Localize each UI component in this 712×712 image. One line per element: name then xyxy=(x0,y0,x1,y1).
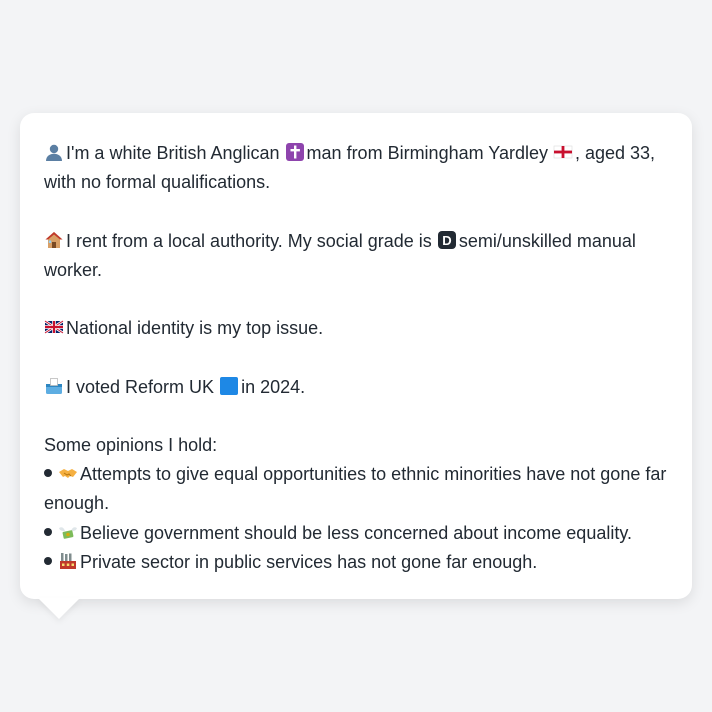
bullet-icon xyxy=(44,469,52,478)
latin-cross-icon xyxy=(285,142,305,162)
bullet-icon xyxy=(44,556,52,565)
blue-square-icon xyxy=(219,376,239,396)
bubble-tail xyxy=(38,598,80,619)
opinion-item: Attempts to give equal opportunities to … xyxy=(44,463,667,514)
issue-paragraph: National identity is my top issue. xyxy=(44,314,668,343)
opinion-item: Believe government should be less concer… xyxy=(44,519,668,548)
opinions-section: Some opinions I hold: Attempts to give e… xyxy=(44,431,668,577)
bullet-icon xyxy=(44,527,52,536)
housing-paragraph: I rent from a local authority. My social… xyxy=(44,230,636,280)
uk-flag-icon xyxy=(44,317,64,337)
opinions-heading: Some opinions I hold: xyxy=(44,434,218,455)
house-icon xyxy=(44,230,64,250)
money-with-wings-icon xyxy=(58,522,78,542)
factory-icon xyxy=(58,551,78,571)
opinion-item: Private sector in public services has no… xyxy=(44,548,668,577)
letter-d-icon: D xyxy=(437,230,457,250)
vote-paragraph: I voted Reform UK in 2024. xyxy=(44,373,668,402)
handshake-icon xyxy=(58,463,78,483)
identity-paragraph: I'm a white British Anglican man from Bi… xyxy=(44,142,656,193)
england-flag-icon xyxy=(553,142,573,162)
message-bubble: I'm a white British Anglican man from Bi… xyxy=(20,113,692,599)
grade-letter: D xyxy=(442,233,451,248)
ballot-box-icon xyxy=(44,376,64,396)
bust-silhouette-icon xyxy=(44,142,64,162)
